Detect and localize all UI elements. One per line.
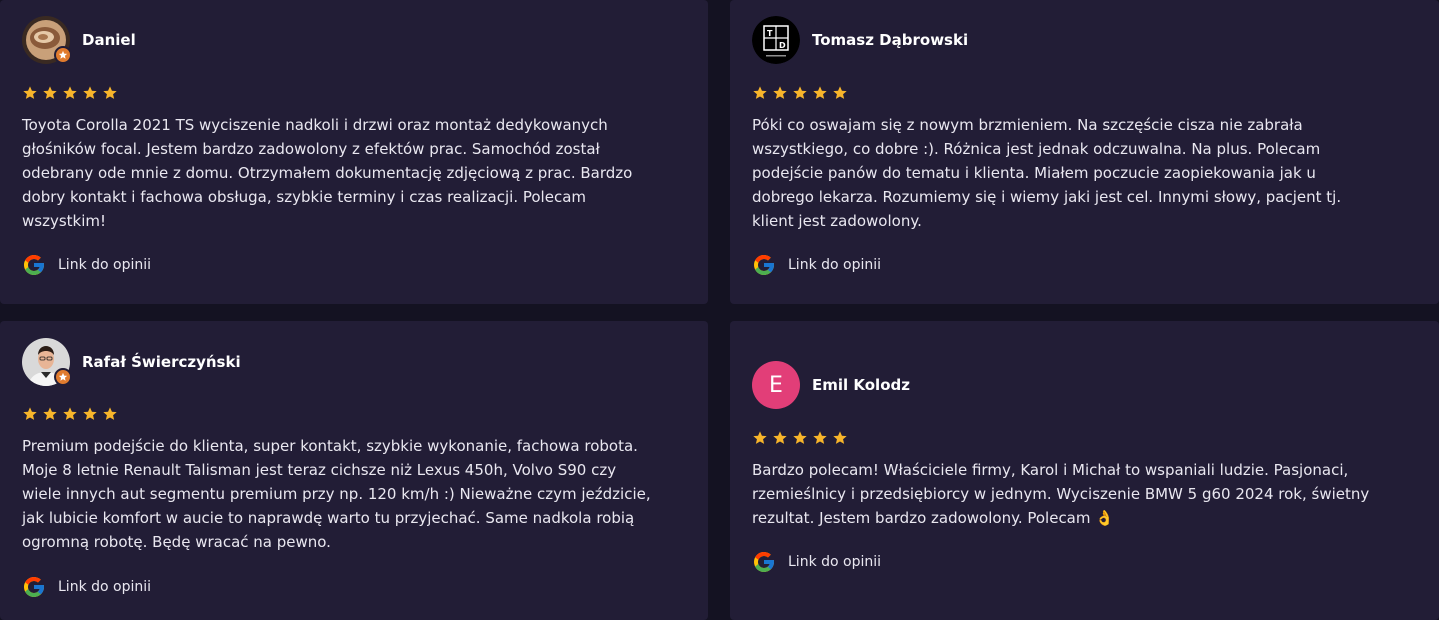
- star-icon: [103, 86, 117, 99]
- star-rating: [752, 85, 848, 101]
- review-link-label[interactable]: Link do opinii: [58, 579, 151, 595]
- star-icon: [63, 86, 77, 99]
- avatar: E: [752, 361, 800, 409]
- star-icon: [63, 407, 77, 420]
- svg-text:T: T: [767, 29, 773, 38]
- star-icon: [813, 431, 827, 444]
- star-icon: [753, 431, 767, 444]
- review-text: Bardzo polecam! Właściciele firmy, Karol…: [752, 461, 1370, 527]
- star-icon: [43, 407, 57, 420]
- review-link-label[interactable]: Link do opinii: [58, 257, 151, 273]
- local-guide-star-icon: [54, 368, 72, 386]
- star-icon: [793, 431, 807, 444]
- star-icon: [753, 86, 767, 99]
- star-icon: [23, 407, 37, 420]
- star-icon: [83, 407, 97, 420]
- star-icon: [103, 407, 117, 420]
- star-icon: [773, 431, 787, 444]
- star-rating: [22, 85, 118, 101]
- google-g-icon: [24, 255, 44, 275]
- avatar: [22, 338, 72, 386]
- star-icon: [813, 86, 827, 99]
- review-card: E Emil Kolodz Bardzo polecam! Właściciel…: [730, 321, 1439, 620]
- avatar: T D: [752, 16, 800, 64]
- review-card: Rafał Świerczyński Premium podejście do …: [0, 321, 708, 620]
- star-icon: [23, 86, 37, 99]
- td-logo-avatar-icon: T D: [752, 16, 800, 64]
- letter-avatar: E: [752, 361, 800, 409]
- review-text: Póki co oswajam się z nowym brzmieniem. …: [752, 116, 1342, 230]
- star-rating: [22, 406, 118, 422]
- review-author: Daniel: [22, 16, 136, 64]
- review-author: T D Tomasz Dąbrowski: [752, 16, 968, 64]
- review-card: Daniel Toyota Corolla 2021 TS wyciszenie…: [0, 0, 708, 304]
- star-icon: [793, 86, 807, 99]
- star-rating: [752, 430, 848, 446]
- review-author: E Emil Kolodz: [752, 361, 910, 409]
- review-card: T D Tomasz Dąbrowski Póki co oswajam się…: [730, 0, 1439, 304]
- review-link[interactable]: Link do opinii: [752, 550, 881, 574]
- review-link-label[interactable]: Link do opinii: [788, 257, 881, 273]
- star-icon: [773, 86, 787, 99]
- author-name: Emil Kolodz: [812, 376, 910, 394]
- google-g-icon: [754, 255, 774, 275]
- review-author: Rafał Świerczyński: [22, 338, 241, 386]
- author-name: Tomasz Dąbrowski: [812, 31, 969, 49]
- google-g-icon: [754, 552, 774, 572]
- svg-text:D: D: [779, 41, 786, 50]
- author-name: Rafał Świerczyński: [82, 353, 241, 371]
- review-text: Premium podejście do klienta, super kont…: [22, 437, 651, 551]
- review-link-label[interactable]: Link do opinii: [788, 554, 881, 570]
- author-name: Daniel: [82, 31, 136, 49]
- local-guide-star-icon: [54, 46, 72, 64]
- review-link[interactable]: Link do opinii: [752, 253, 881, 277]
- star-icon: [833, 86, 847, 99]
- review-link[interactable]: Link do opinii: [22, 575, 151, 599]
- star-icon: [83, 86, 97, 99]
- star-icon: [43, 86, 57, 99]
- review-text: Toyota Corolla 2021 TS wyciszenie nadkol…: [22, 116, 633, 230]
- google-g-icon: [24, 577, 44, 597]
- review-link[interactable]: Link do opinii: [22, 253, 151, 277]
- avatar: [22, 16, 72, 64]
- star-icon: [833, 431, 847, 444]
